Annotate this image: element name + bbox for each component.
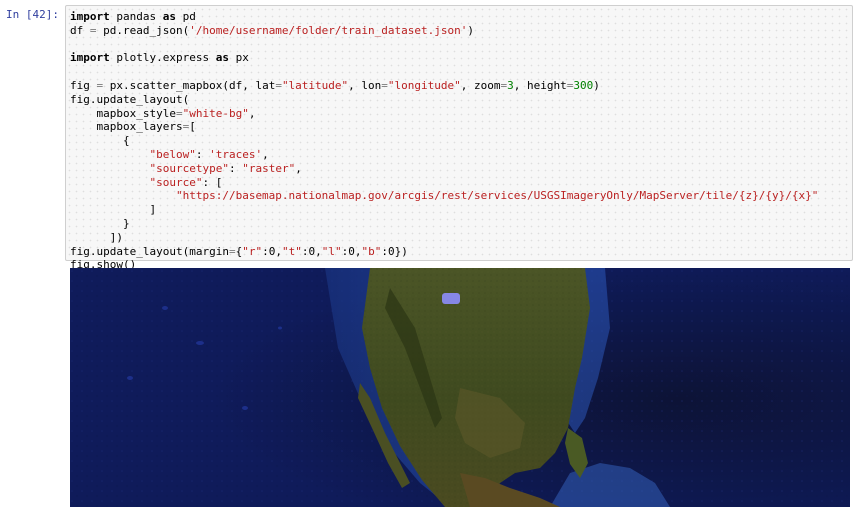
code-token: fig.update_layout( — [70, 92, 190, 106]
code-token: "r" — [242, 244, 263, 258]
code-token: "latitude" — [281, 78, 349, 92]
code-token: } — [70, 216, 130, 230]
code-token: ]) — [70, 230, 123, 244]
code-token: "https://basemap.nationalmap.gov/arcgis/… — [175, 189, 819, 203]
code-token: import — [70, 10, 110, 23]
code-token: "longitude" — [387, 78, 461, 92]
code-line: df = pd.read_json('/home/username/folder… — [70, 24, 848, 38]
code-token: px — [228, 51, 249, 65]
code-line: ] — [70, 203, 848, 217]
code-line: import plotly.express as px — [70, 51, 848, 65]
code-token: "raster" — [242, 161, 296, 175]
seamount — [242, 406, 248, 410]
code-token: "sourcetype" — [149, 161, 229, 175]
code-token: '/home/username/folder/train_dataset.jso… — [189, 23, 468, 37]
code-token: : — [228, 161, 243, 175]
code-token: "source" — [149, 175, 203, 189]
code-token: fig.update_layout(margin — [70, 244, 229, 258]
code-editor[interactable]: import pandas as pd df = pd.read_json('/h… — [66, 6, 852, 272]
seamount — [162, 306, 168, 310]
cell-prompt: In [42]: — [6, 8, 59, 21]
code-token: :0, — [301, 244, 322, 258]
code-token: import — [70, 51, 110, 65]
code-token: :0, — [341, 244, 362, 258]
code-line: } — [70, 217, 848, 231]
code-token: plotly.express — [109, 51, 216, 65]
code-line: fig.update_layout(margin={"r":0,"t":0,"l… — [70, 245, 848, 259]
seamount — [278, 326, 282, 330]
notebook-cell: In [42]: import pandas as pd df = pd.read… — [0, 0, 859, 514]
code-line: mapbox_layers=[ — [70, 120, 848, 134]
code-token: : [ — [202, 175, 223, 189]
code-token: 3 — [507, 78, 514, 92]
code-line: "sourcetype": "raster", — [70, 162, 848, 176]
code-token: : — [195, 147, 210, 161]
code-token: 300 — [573, 78, 594, 92]
code-token: = — [275, 78, 282, 92]
code-token: pandas — [109, 10, 163, 23]
code-token: { — [70, 134, 130, 148]
code-line: fig.update_layout( — [70, 93, 848, 107]
code-token: as — [162, 10, 176, 23]
code-line: "https://basemap.nationalmap.gov/arcgis/… — [70, 189, 848, 203]
code-token: as — [215, 51, 229, 65]
code-token: [ — [189, 120, 196, 134]
code-token: "white-bg" — [182, 106, 249, 120]
code-token: , height — [513, 78, 567, 92]
code-token: 'traces' — [209, 147, 263, 161]
code-line: mapbox_style="white-bg", — [70, 107, 848, 121]
code-token: "b" — [361, 244, 382, 258]
code-token: = — [381, 78, 388, 92]
code-token: pd.read_json( — [96, 23, 190, 37]
code-token: , lon — [348, 78, 382, 92]
code-token: "t" — [281, 244, 302, 258]
code-line: fig = px.scatter_mapbox(df, lat="latitud… — [70, 79, 848, 93]
code-line: "below": 'traces', — [70, 148, 848, 162]
code-line: "source": [ — [70, 176, 848, 190]
code-token: ) — [593, 78, 600, 92]
code-token: , — [295, 161, 302, 175]
code-input-area[interactable]: import pandas as pd df = pd.read_json('/h… — [65, 5, 853, 271]
code-token: , zoom — [460, 78, 501, 92]
code-token: fig — [70, 78, 97, 92]
scatter-point-marker[interactable] — [442, 293, 460, 304]
code-token: mapbox_style — [70, 106, 176, 120]
code-token: = — [175, 106, 183, 120]
code-token: :0}) — [381, 244, 408, 258]
map-output[interactable] — [70, 268, 850, 507]
code-token: px.scatter_mapbox(df, lat — [103, 78, 276, 92]
code-token: ] — [70, 203, 157, 217]
code-token: = — [89, 23, 97, 37]
code-token: "l" — [321, 244, 342, 258]
code-token: = — [228, 244, 236, 258]
code-line: { — [70, 134, 848, 148]
code-token: df — [70, 23, 90, 37]
code-token: , — [248, 106, 256, 120]
code-line: ]) — [70, 231, 848, 245]
code-line: import pandas as pd — [70, 10, 848, 24]
code-token: :0, — [262, 244, 282, 258]
seamount — [127, 376, 133, 380]
satellite-map[interactable] — [70, 268, 850, 507]
code-token: , — [262, 147, 269, 161]
code-token: "below" — [149, 147, 196, 161]
code-token: pd — [175, 10, 196, 23]
code-token: mapbox_layers — [70, 120, 183, 134]
code-token: ) — [467, 23, 474, 37]
seamount — [196, 341, 204, 345]
